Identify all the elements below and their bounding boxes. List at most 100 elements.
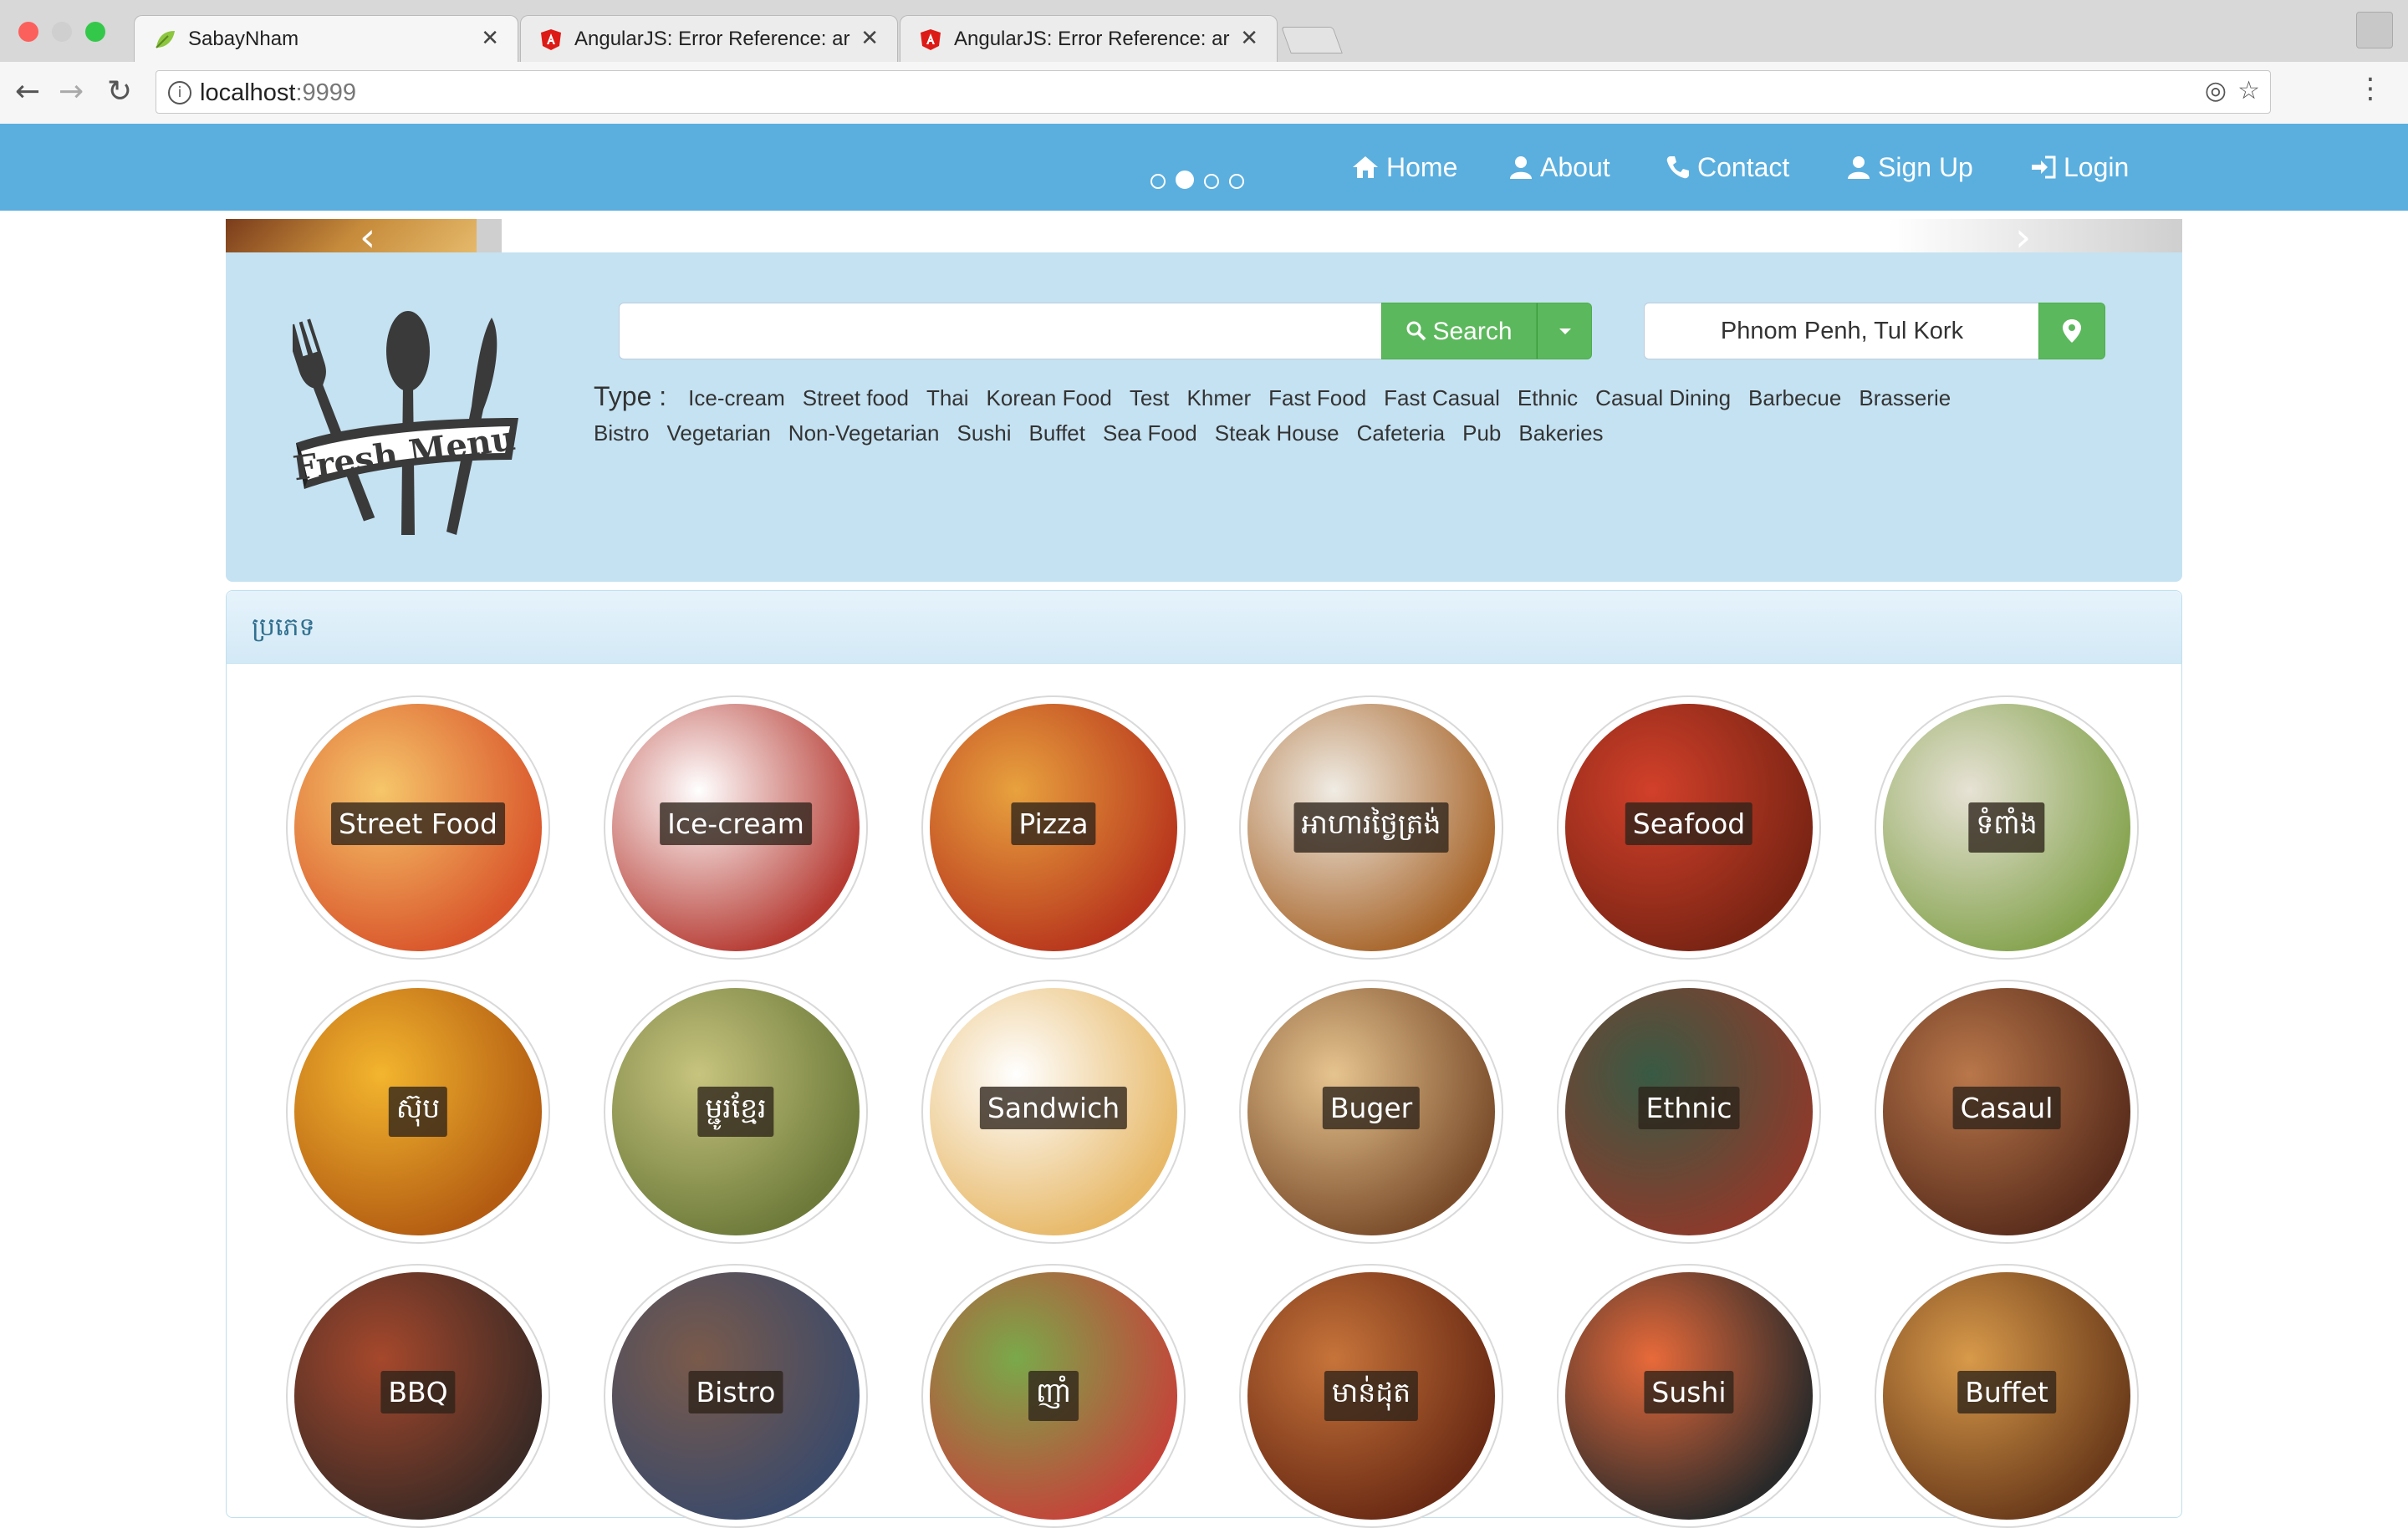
login-icon [2032, 155, 2056, 179]
category-label: Pizza [1011, 802, 1096, 845]
info-icon[interactable]: i [168, 81, 191, 104]
type-link[interactable]: Ice-cream [688, 385, 785, 410]
category-label: Casaul [1952, 1087, 2061, 1129]
minimize-window-button[interactable] [52, 22, 72, 42]
search-input[interactable] [619, 303, 1383, 359]
category-item[interactable]: Buffet [1875, 1264, 2139, 1528]
nav-login-label: Login [2064, 152, 2130, 182]
category-item[interactable]: ស៊ុប [286, 980, 550, 1244]
angular-icon [921, 29, 941, 50]
type-link[interactable]: Sea Food [1103, 420, 1197, 446]
back-arrow-icon[interactable]: ← [15, 74, 40, 110]
type-link[interactable]: Sushi [957, 420, 1011, 446]
tab-title: SabayNham [188, 28, 299, 50]
browser-tab-sabaynham[interactable]: SabayNham ✕ [134, 15, 518, 62]
forward-arrow-icon[interactable]: → [59, 74, 84, 110]
type-link[interactable]: Vegetarian [666, 420, 770, 446]
maximize-window-button[interactable] [85, 22, 105, 42]
carousel-dot[interactable] [1150, 174, 1166, 189]
nav-signup-label: Sign Up [1878, 152, 1973, 182]
type-link[interactable]: Buffet [1029, 420, 1085, 446]
category-item[interactable]: BBQ [286, 1264, 550, 1528]
location-target-icon[interactable]: ◎ [2205, 76, 2227, 105]
category-item[interactable]: មាន់ដុត [1239, 1264, 1503, 1528]
type-link[interactable]: Steak House [1215, 420, 1339, 446]
new-tab-button[interactable] [1281, 27, 1343, 53]
category-item[interactable]: Ice-cream [604, 695, 868, 960]
leaf-icon [156, 31, 175, 48]
bookmark-star-icon[interactable]: ☆ [2237, 76, 2260, 105]
type-link[interactable]: Korean Food [987, 385, 1112, 410]
nav-contact[interactable]: Contact [1666, 149, 1789, 186]
close-tab-icon[interactable]: ✕ [481, 26, 499, 51]
home-icon [1353, 156, 1378, 178]
type-link[interactable]: Pub [1462, 420, 1501, 446]
carousel-dot[interactable] [1204, 174, 1219, 189]
type-link[interactable]: Bakeries [1518, 420, 1603, 446]
panel-heading: ប្រភេទ [227, 591, 2181, 664]
category-item[interactable]: ញាំ [921, 1264, 1186, 1528]
category-item[interactable]: Pizza [921, 695, 1186, 960]
category-item[interactable]: ទំពាំង [1875, 695, 2139, 960]
nav-login[interactable]: Login [2030, 149, 2129, 186]
carousel-indicators [1150, 171, 1254, 192]
category-item[interactable]: Sushi [1557, 1264, 1821, 1528]
type-link[interactable]: Barbecue [1748, 385, 1841, 410]
category-label: ទំពាំង [1968, 802, 2045, 853]
type-link[interactable]: Ethnic [1518, 385, 1578, 410]
address-bar[interactable]: i localhost:9999 ◎ ☆ [156, 70, 2271, 114]
type-link[interactable]: Khmer [1187, 385, 1252, 410]
category-label: Seafood [1625, 802, 1753, 845]
category-label: អាហារថ្ងៃត្រង់ [1293, 802, 1449, 853]
category-label: BBQ [380, 1371, 456, 1413]
type-link[interactable]: Street food [803, 385, 909, 410]
category-label: Bistro [688, 1371, 783, 1413]
browser-tab-angular-1[interactable]: AngularJS: Error Reference: ar ✕ [520, 15, 898, 62]
profile-icon[interactable] [2356, 12, 2393, 48]
type-link[interactable]: Non-Vegetarian [788, 420, 940, 446]
close-tab-icon[interactable]: ✕ [860, 26, 879, 51]
type-link[interactable]: Cafeteria [1357, 420, 1446, 446]
nav-home[interactable]: Home [1351, 149, 1457, 186]
nav-about[interactable]: About [1508, 149, 1610, 186]
type-link[interactable]: Brasserie [1859, 385, 1951, 410]
type-link[interactable]: Fast Casual [1384, 385, 1500, 410]
locate-button[interactable] [2038, 303, 2105, 359]
category-item[interactable]: Bistro [604, 1264, 868, 1528]
category-item[interactable]: Casaul [1875, 980, 2139, 1244]
search-icon [1406, 321, 1426, 341]
type-row: Type : Ice-cream Street food Thai Korean Foo… [594, 378, 2099, 415]
type-link[interactable]: Casual Dining [1595, 385, 1731, 410]
banner-carousel[interactable]: ‹ › [226, 214, 2182, 261]
carousel-image [226, 219, 477, 252]
search-dropdown-toggle[interactable] [1537, 303, 1592, 359]
search-button[interactable]: Search [1381, 303, 1537, 359]
browser-menu-icon[interactable]: ⋮ [2356, 72, 2385, 105]
category-item[interactable]: Street Food [286, 695, 550, 960]
type-label: Type : [594, 381, 667, 411]
browser-tab-angular-2[interactable]: AngularJS: Error Reference: ar ✕ [900, 15, 1278, 62]
type-link[interactable]: Test [1130, 385, 1170, 410]
type-row: Bistro Vegetarian Non-Vegetarian Sushi Buffe… [594, 415, 2099, 451]
type-link[interactable]: Bistro [594, 420, 649, 446]
angular-icon [541, 29, 561, 50]
carousel-dot[interactable] [1229, 174, 1244, 189]
category-item[interactable]: អាហារថ្ងៃត្រង់ [1239, 695, 1503, 960]
category-item[interactable]: ម្ជូរខ្មែរ [604, 980, 868, 1244]
close-window-button[interactable] [18, 22, 38, 42]
url-port: :9999 [295, 79, 357, 106]
nav-signup[interactable]: Sign Up [1846, 149, 1973, 186]
type-link[interactable]: Fast Food [1268, 385, 1366, 410]
close-tab-icon[interactable]: ✕ [1240, 26, 1258, 51]
category-label: Buffet [1957, 1371, 2056, 1413]
type-link[interactable]: Thai [926, 385, 969, 410]
reload-icon[interactable]: ↻ [107, 74, 132, 110]
category-label: Ethnic [1638, 1087, 1740, 1129]
category-item[interactable]: Seafood [1557, 695, 1821, 960]
carousel-dot-active[interactable] [1176, 171, 1194, 189]
nav-contact-label: Contact [1697, 152, 1790, 182]
category-item[interactable]: Ethnic [1557, 980, 1821, 1244]
category-item[interactable]: Buger [1239, 980, 1503, 1244]
category-item[interactable]: Sandwich [921, 980, 1186, 1244]
location-input[interactable]: Phnom Penh, Tul Kork [1644, 303, 2040, 359]
